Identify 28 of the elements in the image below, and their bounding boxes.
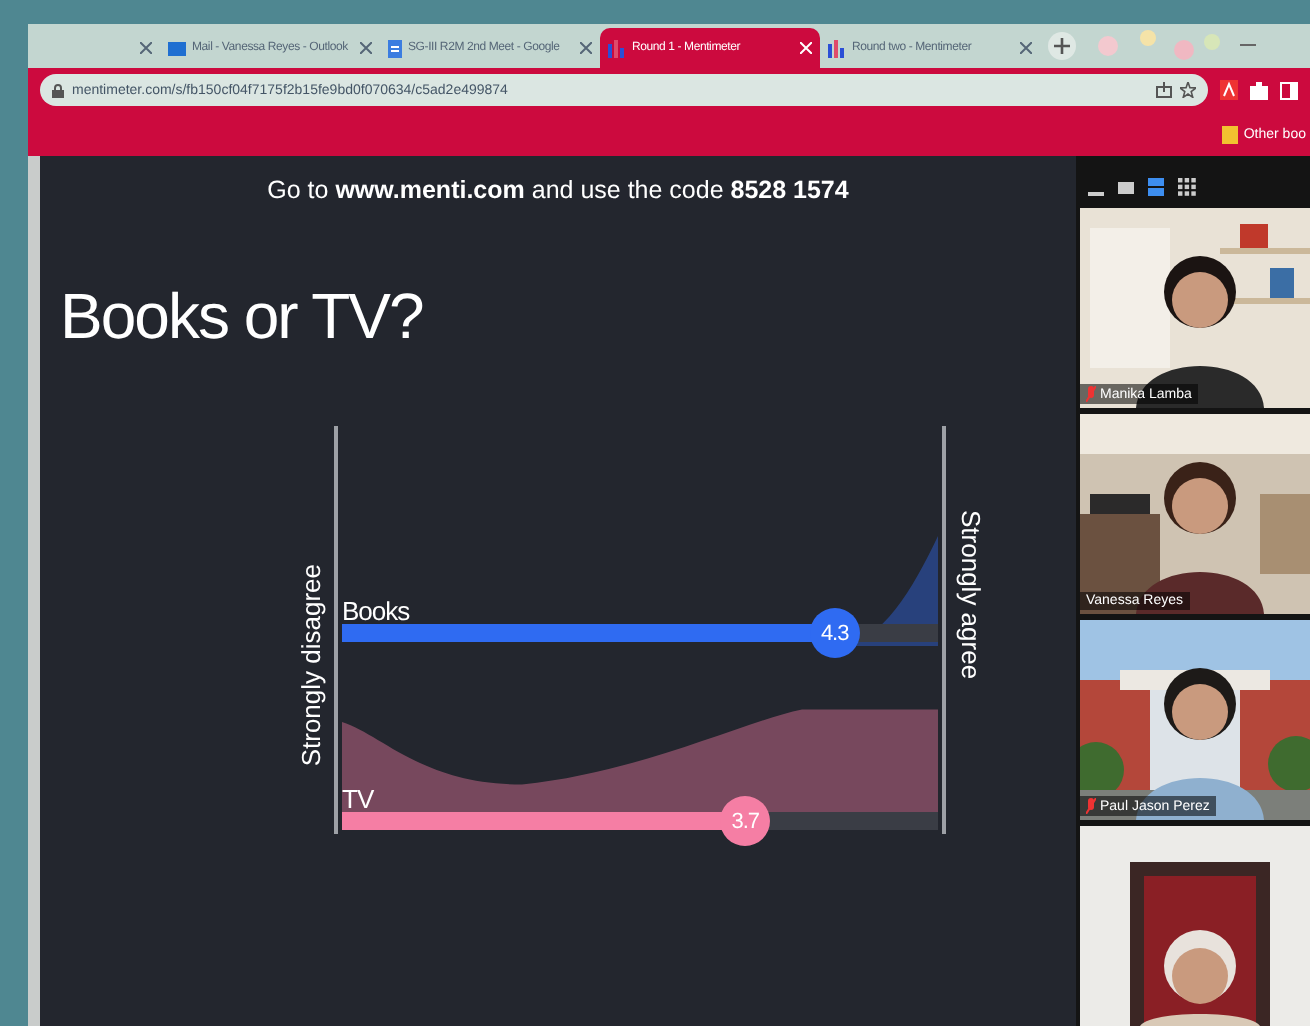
star-icon[interactable] (1180, 82, 1196, 98)
bar-chart-icon (828, 39, 846, 57)
close-icon[interactable] (580, 42, 592, 54)
muted-mic-icon (1086, 798, 1096, 814)
average-marker: 4.3 (809, 608, 860, 658)
mail-icon (168, 39, 186, 57)
close-icon[interactable] (1020, 42, 1032, 54)
square-icon[interactable] (1118, 179, 1134, 195)
average-marker: 3.7 (720, 796, 771, 846)
lock-icon (52, 83, 64, 97)
folder-icon (1221, 125, 1238, 143)
scale-max-label: Strongly agree (956, 509, 986, 679)
slide-title: Books or TV? (60, 280, 423, 354)
statement-label: Books (342, 596, 410, 626)
statement-label: TV (342, 784, 374, 814)
sidebar-icon[interactable] (1280, 81, 1298, 99)
close-icon[interactable] (360, 42, 372, 54)
scale-min-label: Strongly disagree (296, 564, 326, 768)
share-icon[interactable] (1156, 82, 1172, 98)
new-tab-icon[interactable] (1048, 32, 1076, 60)
pdf-icon[interactable] (1220, 80, 1238, 100)
speaker-view-icon[interactable] (1148, 177, 1164, 197)
bar-chart-icon (608, 39, 626, 57)
close-icon[interactable] (140, 42, 152, 54)
document-icon (388, 39, 402, 57)
join-instruction: Go to www.menti.com and use the code 8528 1574 (265, 176, 851, 204)
grid-icon[interactable] (1178, 177, 1198, 197)
muted-mic-icon (1086, 386, 1096, 402)
